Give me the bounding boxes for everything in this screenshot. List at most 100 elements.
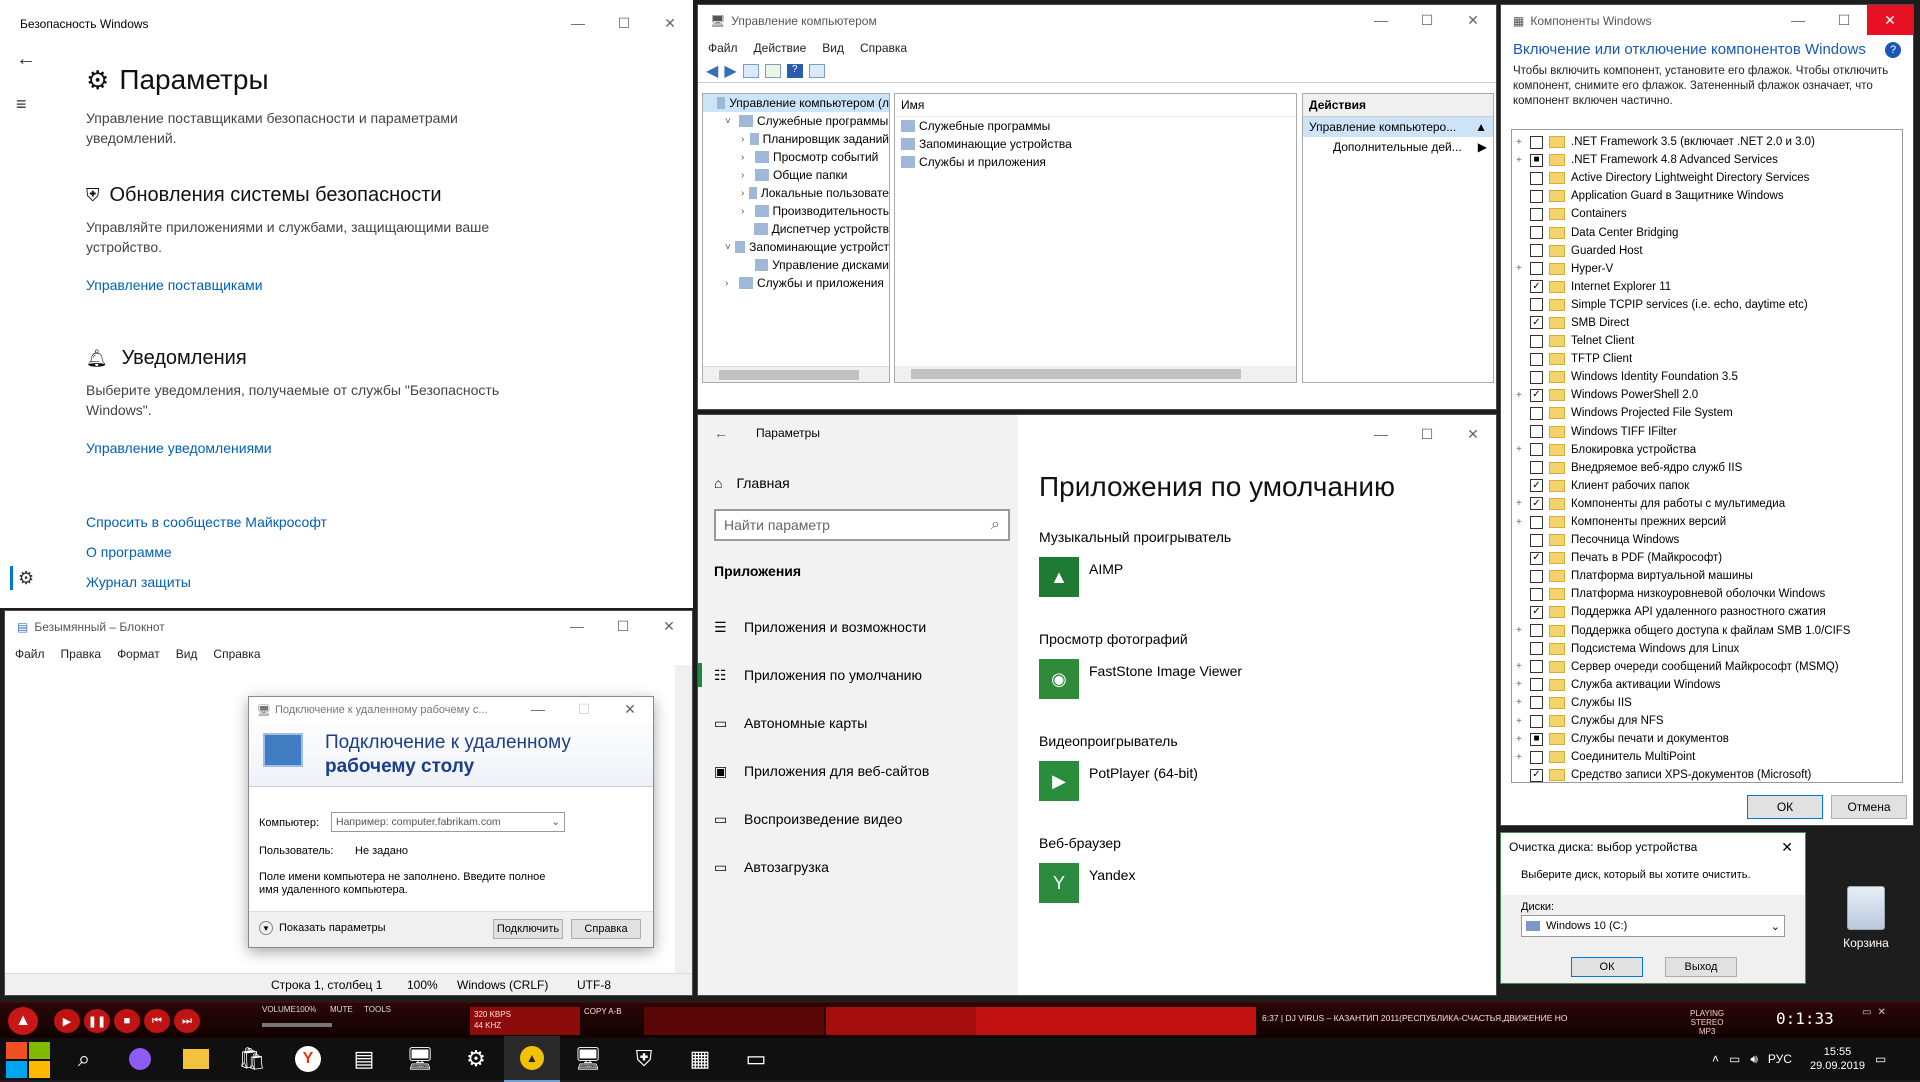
list-hscroll[interactable] [895, 366, 1296, 382]
feature-checkbox[interactable] [1530, 642, 1543, 656]
feature-item[interactable]: + Блокировка устройства [1512, 441, 1902, 459]
forward-icon[interactable]: ▶ [724, 61, 736, 81]
default-app-button[interactable]: ▲ AIMP [1039, 557, 1479, 597]
maximize-button[interactable]: ☐ [561, 697, 607, 721]
expander-icon[interactable]: › [741, 152, 755, 163]
feature-checkbox[interactable]: ✓ [1530, 768, 1543, 782]
feature-checkbox[interactable] [1530, 406, 1543, 420]
feature-checkbox[interactable] [1530, 370, 1543, 384]
network-icon[interactable]: ▭ [1729, 1052, 1740, 1066]
expand-icon[interactable]: + [1516, 625, 1530, 636]
show-tree-icon[interactable] [742, 63, 759, 78]
feature-item[interactable]: Windows Identity Foundation 3.5 [1512, 368, 1902, 386]
tree-node[interactable]: Управление дисками [703, 256, 889, 274]
feature-item[interactable]: ✓ SMB Direct [1512, 314, 1902, 332]
feature-item[interactable]: + Поддержка общего доступа к файлам SMB 1… [1512, 622, 1902, 640]
tree-node[interactable]: › Планировщик заданий [703, 130, 889, 148]
tree-node[interactable]: ˅ Запоминающие устройст [703, 238, 889, 256]
default-app-button[interactable]: ◉ FastStone Image Viewer [1039, 659, 1479, 699]
settings-nav-item[interactable]: ☰ Приложения и возможности [714, 603, 1010, 651]
tray-chevron-icon[interactable]: ˄ [1712, 1052, 1719, 1066]
expand-icon[interactable]: + [1516, 263, 1530, 274]
feature-item[interactable]: Windows Projected File System [1512, 404, 1902, 422]
list-item[interactable]: Служебные программы [895, 117, 1296, 135]
feature-item[interactable]: + ■ .NET Framework 4.8 Advanced Services [1512, 151, 1902, 169]
feature-item[interactable]: TFTP Client [1512, 350, 1902, 368]
search-input[interactable]: Найти параметр ⌕ [714, 509, 1010, 541]
feature-checkbox[interactable]: ✓ [1530, 551, 1543, 565]
feature-checkbox[interactable] [1530, 587, 1543, 601]
community-link[interactable]: Спросить в сообществе Майкрософт [86, 514, 526, 530]
feature-item[interactable]: Active Directory Lightweight Directory S… [1512, 169, 1902, 187]
computer-input[interactable]: Например: computer.fabrikam.com ⌄ [331, 812, 565, 832]
feature-checkbox[interactable] [1530, 334, 1543, 348]
vertical-scrollbar[interactable] [675, 665, 692, 975]
tree-node[interactable]: › Службы и приложения [703, 274, 889, 292]
feature-checkbox[interactable] [1530, 515, 1543, 529]
back-arrow-icon[interactable]: ← [16, 48, 36, 71]
cancel-button[interactable]: Отмена [1831, 795, 1907, 819]
feature-item[interactable]: Simple TCPIP services (i.e. echo, daytim… [1512, 296, 1902, 314]
expand-icon[interactable]: + [1516, 716, 1530, 727]
tree-node[interactable]: › Производительность [703, 202, 889, 220]
feature-item[interactable]: ✓ Печать в PDF (Майкрософт) [1512, 549, 1902, 567]
feature-item[interactable]: + Служба активации Windows [1512, 676, 1902, 694]
panel-icon[interactable] [808, 63, 825, 78]
clock[interactable]: 15:55 29.09.2019 [1810, 1045, 1865, 1073]
close-button[interactable]: ✕ [1781, 839, 1805, 856]
help-button[interactable]: Справка [571, 919, 641, 939]
maximize-button[interactable]: ☐ [1821, 5, 1867, 35]
tree-node[interactable]: › Общие папки [703, 166, 889, 184]
recycle-bin[interactable]: Корзина [1826, 886, 1906, 950]
feature-item[interactable]: + Компоненты прежних версий [1512, 513, 1902, 531]
expand-icon[interactable]: + [1516, 734, 1530, 745]
next-icon[interactable]: ⏭︎ [174, 1009, 200, 1033]
close-button[interactable]: ✕ [607, 697, 653, 721]
feature-item[interactable]: ✓ Internet Explorer 11 [1512, 278, 1902, 296]
volume-icon[interactable]: 🔊︎ [1750, 1052, 1758, 1067]
close-button[interactable]: ✕ [647, 8, 693, 38]
minimize-button[interactable]: — [1775, 5, 1821, 35]
maximize-button[interactable]: ☐ [601, 8, 647, 38]
default-app-button[interactable]: Y Yandex [1039, 863, 1479, 903]
feature-item[interactable]: + Сервер очереди сообщений Майкрософт (MS… [1512, 658, 1902, 676]
feature-item[interactable]: ✓ Поддержка API удаленного разностного сж… [1512, 603, 1902, 621]
hamburger-menu-icon[interactable]: ≡ [16, 94, 27, 115]
maximize-button[interactable]: ☐ [1404, 419, 1450, 449]
ok-button[interactable]: ОК [1747, 795, 1823, 819]
explorer-icon[interactable] [168, 1036, 224, 1082]
tree-node[interactable]: Управление компьютером (л [703, 94, 889, 112]
back-icon[interactable]: ◀ [706, 61, 718, 81]
settings-app-icon[interactable]: ⚙ [448, 1036, 504, 1082]
show-options[interactable]: ▼ Показать параметры [259, 921, 386, 935]
settings-nav-item[interactable]: ▭ Автономные карты [714, 699, 1010, 747]
yandex-icon[interactable]: Y [280, 1036, 336, 1082]
help-icon[interactable]: ? [786, 63, 803, 78]
pause-icon[interactable]: ❚❚ [84, 1009, 110, 1033]
language-indicator[interactable]: РУС [1768, 1052, 1792, 1066]
copy-ab-label[interactable]: COPY A-B [584, 1007, 622, 1016]
feature-checkbox[interactable] [1530, 714, 1543, 728]
expand-icon[interactable]: + [1516, 390, 1530, 401]
expander-icon[interactable]: › [741, 206, 755, 217]
close-button[interactable]: ✕ [1450, 5, 1496, 35]
close-button[interactable]: ✕ [1450, 419, 1496, 449]
minimize-icon[interactable]: ▭ [1862, 1007, 1871, 1018]
close-icon[interactable]: ✕ [1877, 1007, 1885, 1018]
feature-item[interactable]: Guarded Host [1512, 242, 1902, 260]
mute-label[interactable]: MUTE [330, 1005, 353, 1014]
prev-icon[interactable]: ⏮︎ [144, 1009, 170, 1033]
feature-checkbox[interactable] [1530, 443, 1543, 457]
menu-file[interactable]: Файл [708, 41, 738, 55]
feature-checkbox[interactable]: ✓ [1530, 388, 1543, 402]
notepad-app-icon[interactable]: ▤ [336, 1036, 392, 1082]
aimp-app-icon[interactable]: ▲ [504, 1036, 560, 1082]
settings-nav-item[interactable]: ☷ Приложения по умолчанию [698, 651, 1010, 699]
play-icon[interactable]: ▶ [54, 1009, 80, 1033]
feature-item[interactable]: Внедряемое веб-ядро служб IIS [1512, 459, 1902, 477]
expander-icon[interactable]: › [741, 188, 749, 199]
expander-icon[interactable]: ˅ [725, 242, 735, 253]
security-app-icon[interactable]: ⛨ [616, 1036, 672, 1082]
menu-file[interactable]: Файл [15, 647, 45, 661]
expand-icon[interactable]: + [1516, 679, 1530, 690]
